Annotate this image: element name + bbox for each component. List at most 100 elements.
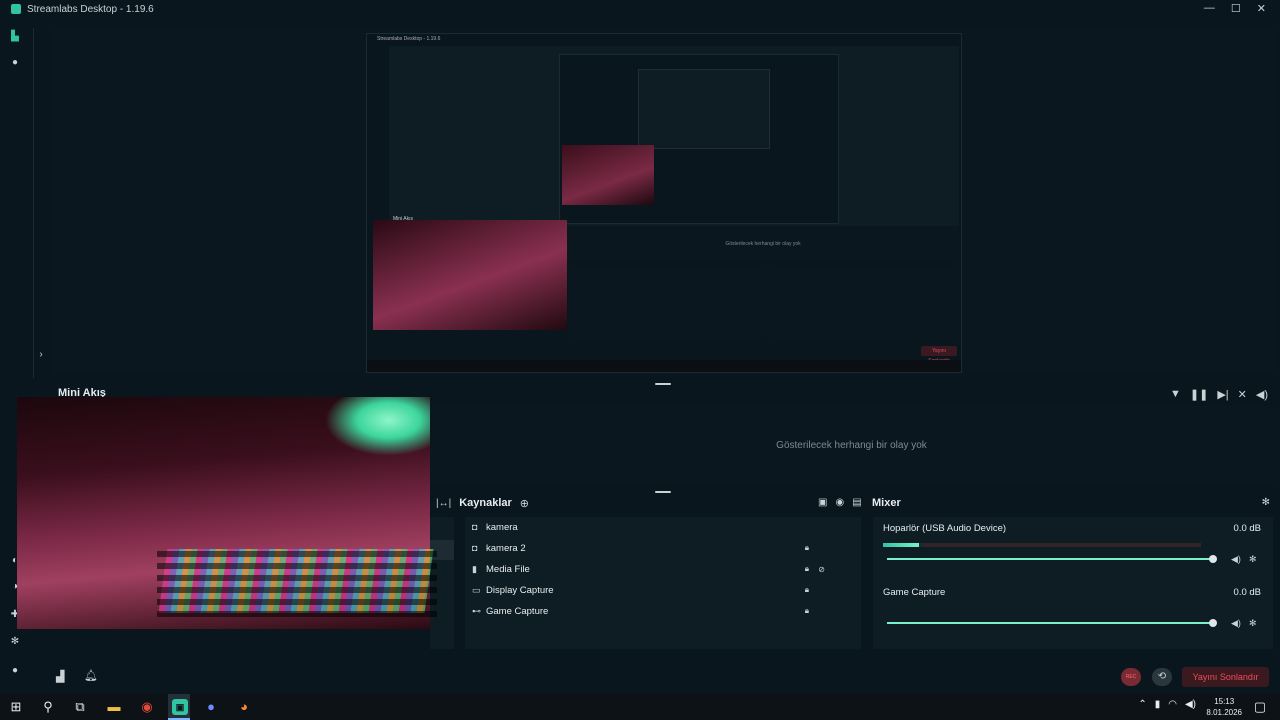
nested-mixer-panel — [769, 266, 959, 338]
search-icon[interactable]: ⚲ — [40, 699, 56, 715]
filter-icon[interactable]: ▼ — [1170, 388, 1181, 401]
source-folder-icon[interactable]: ▤ — [852, 497, 861, 508]
record-icon[interactable]: ● — [10, 58, 20, 68]
source-group-icon[interactable]: ▣ — [818, 497, 827, 508]
audio-level-meter — [883, 543, 1201, 547]
mixer-channel-name: Game Capture — [883, 587, 946, 598]
nested-display — [389, 46, 959, 242]
source-item[interactable]: ⊷ Game Capture 🔒︎ — [465, 601, 861, 621]
streamlabs-taskbar-icon[interactable]: ▣ — [172, 699, 188, 715]
nested-camera-preview — [373, 220, 567, 330]
media-icon: ▮ — [472, 563, 477, 574]
collapse-icon[interactable]: |↔| — [436, 498, 451, 509]
source-tools: ▣ ◉ ▤ — [818, 497, 862, 508]
camera-preview — [17, 397, 437, 629]
microphone-app-icon[interactable]: ● — [203, 699, 219, 715]
window-controls: — ☐ ✕ — [1204, 2, 1266, 15]
source-name: kamera 2 — [486, 542, 526, 554]
maximize-button[interactable]: ☐ — [1231, 2, 1241, 15]
mixer-panel: Hoparlör (USB Audio Device) 0.0 dB ◀) ✻ … — [873, 517, 1273, 649]
volume-slider-knob[interactable] — [1209, 619, 1217, 627]
nested-sources-panel — [569, 266, 761, 338]
firefox-icon[interactable]: ◕ — [236, 699, 252, 715]
end-stream-button[interactable]: Yayını Sonlandır — [1182, 667, 1269, 687]
clock-date: 8.01.2026 — [1206, 708, 1242, 717]
nested-events-empty: Gösterilecek herhangi bir olay yok — [567, 226, 959, 262]
source-name: Game Capture — [486, 605, 549, 617]
nested-preview: Streamlabs Desktop - 1.19.6 Mini Akış Gö… — [366, 33, 962, 373]
nested-camera-thumb — [562, 145, 654, 205]
source-item[interactable]: ◘ kamera 2 🔒︎ — [465, 538, 861, 558]
tray-microphone-icon[interactable]: ▮ — [1155, 699, 1161, 710]
source-name: Display Capture — [486, 584, 554, 596]
lock-icon[interactable]: 🔒︎ — [805, 585, 809, 595]
windows-start-icon[interactable]: ⊞ — [8, 699, 24, 715]
file-explorer-icon[interactable]: ▬ — [106, 699, 122, 715]
pause-icon[interactable]: ❚❚ — [1190, 388, 1208, 401]
speaker-icon[interactable]: ◀) — [1231, 618, 1241, 629]
mixer-settings-icon[interactable]: ✻ — [1262, 497, 1270, 508]
events-empty-text: Gösterilecek herhangi bir olay yok — [776, 440, 927, 451]
record-button[interactable]: REC — [1121, 668, 1141, 686]
lock-icon[interactable]: 🔒︎ — [805, 606, 809, 616]
channel-settings-icon[interactable]: ✻ — [1249, 554, 1257, 565]
expand-nav-icon[interactable]: › — [36, 350, 46, 360]
monitor-icon: ▭ — [472, 584, 481, 595]
taskbar-clock[interactable]: 15:13 8.01.2026 — [1206, 696, 1242, 718]
feed-controls: ▼ ❚❚ ▶| ✕ ◀) — [1170, 388, 1268, 401]
volume-slider[interactable] — [887, 619, 1217, 627]
sources-list: ◘ kamera ◘ kamera 2 🔒︎ ▮ Media File 🔒︎ ⊘… — [465, 517, 861, 649]
resize-handle-top[interactable] — [655, 383, 671, 385]
replay-buffer-button[interactable]: ⟲ — [1152, 668, 1172, 686]
speaker-icon[interactable]: ◀) — [1231, 554, 1241, 565]
nav-separator — [33, 28, 34, 378]
windows-taskbar: ⊞ ⚲ ⧉ ▬ ◉ — [0, 694, 1280, 720]
mixer-channel-db: 0.0 dB — [1233, 523, 1261, 534]
volume-icon[interactable]: ◀) — [1256, 388, 1268, 401]
profile-icon[interactable]: ● — [10, 666, 20, 676]
tray-chevron-icon[interactable]: ⌃ — [1138, 699, 1146, 710]
nested-nested-preview — [559, 54, 839, 224]
nested-end-stream: Yayını Sonlandır — [921, 346, 957, 364]
notifications-bell-icon[interactable]: 🔔︎ — [84, 669, 98, 682]
mixer-channel-db: 0.0 dB — [1233, 587, 1261, 598]
skip-icon[interactable]: ▶| — [1217, 388, 1228, 401]
audio-level-fill — [883, 543, 919, 547]
task-view-icon[interactable]: ⧉ — [72, 699, 88, 715]
sources-title: Kaynaklar — [459, 497, 512, 509]
nested-taskbar — [367, 360, 961, 372]
source-item[interactable]: ▭ Display Capture 🔒︎ — [465, 580, 861, 600]
source-item[interactable]: ◘ kamera — [465, 517, 861, 537]
keyboard-keys — [157, 547, 437, 617]
window-title: Streamlabs Desktop - 1.19.6 — [27, 3, 154, 15]
close-button[interactable]: ✕ — [1257, 2, 1266, 15]
gamepad-icon: ⊷ — [472, 605, 481, 616]
channel-settings-icon[interactable]: ✻ — [1249, 618, 1257, 629]
lock-icon[interactable]: 🔒︎ — [805, 543, 809, 553]
title-bar: Streamlabs Desktop - 1.19.6 — ☐ ✕ — [0, 0, 1280, 18]
chrome-icon[interactable]: ◉ — [139, 699, 155, 715]
tray-volume-icon[interactable]: ◀) — [1185, 699, 1196, 710]
nested-inner-display — [638, 69, 770, 149]
resize-handle-bottom[interactable] — [655, 491, 671, 493]
streamlabs-logo-icon — [11, 4, 21, 14]
add-source-icon[interactable]: ⊕ — [520, 497, 529, 510]
mixer-channel-name: Hoparlör (USB Audio Device) — [883, 523, 1007, 534]
mute-alerts-icon[interactable]: ✕ — [1238, 388, 1247, 401]
notification-center-icon[interactable]: ▢ — [1252, 699, 1268, 715]
nested-window-title: Streamlabs Desktop - 1.19.6 — [377, 36, 441, 42]
minimize-button[interactable]: — — [1204, 2, 1215, 15]
volume-slider[interactable] — [887, 555, 1217, 563]
stats-icon[interactable]: ▟ — [56, 670, 64, 683]
source-item[interactable]: ▮ Media File 🔒︎ ⊘ — [465, 559, 861, 579]
camera-icon: ◘ — [472, 522, 478, 532]
settings-gear-icon[interactable]: ✻ — [10, 637, 20, 647]
volume-slider-knob[interactable] — [1209, 555, 1217, 563]
lock-icon[interactable]: 🔒︎ — [805, 564, 809, 574]
hidden-eye-icon[interactable]: ⊘ — [818, 565, 825, 574]
clock-time: 15:13 — [1214, 697, 1235, 706]
events-panel: Gösterilecek herhangi bir olay yok — [430, 406, 1273, 486]
editor-icon[interactable]: ▙ — [10, 32, 20, 42]
tray-wifi-icon[interactable]: ◠ — [1168, 699, 1177, 710]
source-eye-icon[interactable]: ◉ — [835, 497, 844, 508]
